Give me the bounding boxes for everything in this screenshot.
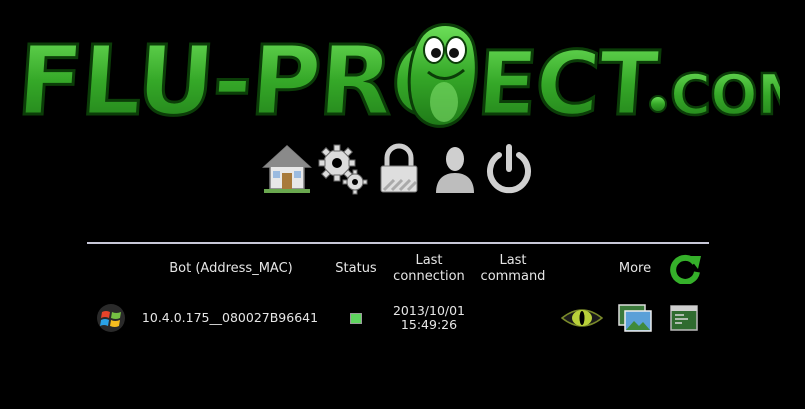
user-icon bbox=[436, 147, 474, 193]
main-toolbar bbox=[262, 143, 542, 195]
settings-button[interactable] bbox=[318, 143, 368, 195]
flu-project-logo-graphic: FLU-PRO ECT COM bbox=[12, 23, 805, 138]
settings-gears-icon bbox=[318, 144, 368, 195]
last-connection-value: 2013/10/01 15:49:26 bbox=[392, 303, 466, 332]
eye-icon bbox=[561, 309, 603, 327]
power-button[interactable] bbox=[484, 143, 534, 195]
view-bot-button[interactable] bbox=[561, 306, 603, 330]
header-status: Status bbox=[335, 261, 377, 276]
screenshot-button[interactable] bbox=[617, 303, 653, 333]
screenshot-icon bbox=[618, 304, 652, 332]
header-last-command: Last command bbox=[480, 253, 546, 284]
svg-text:ECT: ECT bbox=[474, 32, 662, 130]
windows-icon bbox=[97, 304, 125, 332]
bot-address-mac: 10.4.0.175__080027B96641 bbox=[141, 310, 319, 325]
refresh-button[interactable] bbox=[668, 252, 702, 284]
svg-text:COM: COM bbox=[670, 63, 780, 128]
mascot-j-icon bbox=[407, 23, 478, 128]
table-divider bbox=[87, 242, 709, 244]
refresh-icon bbox=[670, 254, 701, 284]
header-more: More bbox=[618, 261, 652, 276]
console-button[interactable] bbox=[670, 305, 698, 331]
lock-button[interactable] bbox=[374, 143, 424, 195]
site-logo: FLU-PRO ECT COM bbox=[12, 18, 805, 138]
lock-icon bbox=[380, 143, 418, 193]
home-icon bbox=[262, 144, 312, 193]
svg-text:FLU-PRO: FLU-PRO bbox=[20, 25, 474, 130]
header-bot: Bot (Address_MAC) bbox=[169, 261, 293, 276]
header-last-connection: Last connection bbox=[393, 253, 465, 284]
power-icon bbox=[487, 144, 531, 194]
home-button[interactable] bbox=[262, 143, 312, 195]
windows-os-cell bbox=[96, 303, 126, 333]
console-icon bbox=[670, 305, 698, 331]
user-button[interactable] bbox=[430, 143, 480, 195]
status-indicator bbox=[350, 313, 362, 324]
